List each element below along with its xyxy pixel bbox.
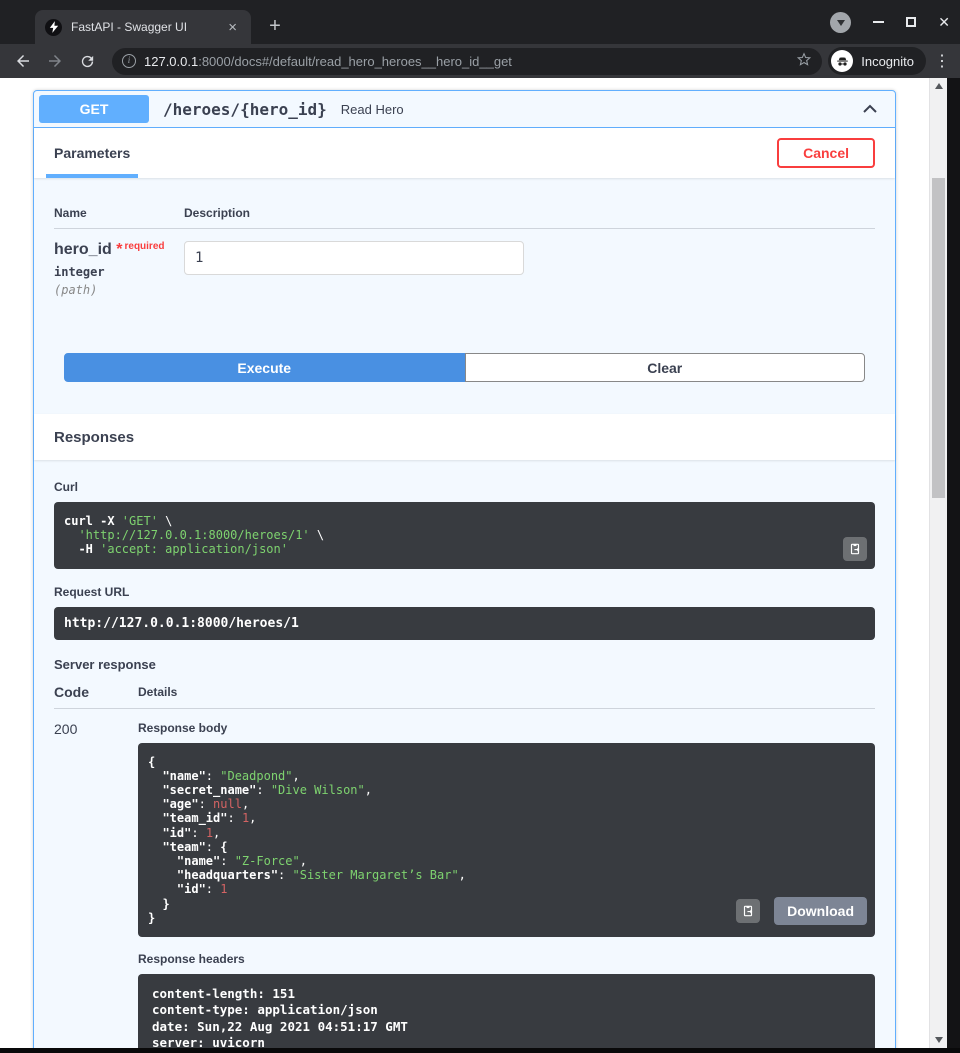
cancel-button[interactable]: Cancel (777, 138, 875, 168)
tab-parameters[interactable]: Parameters (54, 145, 130, 161)
caret-down-icon (837, 20, 845, 26)
column-header-details: Details (138, 685, 875, 700)
collapse-chevron-icon[interactable] (860, 99, 880, 119)
column-header-description: Description (184, 206, 875, 220)
tab-title: FastAPI - Swagger UI (71, 20, 224, 34)
execute-button[interactable]: Execute (64, 353, 465, 382)
opblock-header[interactable]: GET /heroes/{hero_id} Read Hero (34, 91, 895, 128)
responses-section-header: Responses (34, 414, 895, 460)
request-url-label: Request URL (54, 585, 875, 599)
copy-curl-button[interactable] (843, 537, 867, 561)
response-body-block: Download { "name": "Deadpond", "secret_n… (138, 743, 875, 937)
page-viewport: GET /heroes/{hero_id} Read Hero Paramete… (0, 78, 960, 1048)
response-body-label: Response body (138, 721, 875, 735)
browser-titlebar: FastAPI - Swagger UI × + ✕ (0, 0, 960, 44)
bookmark-star-icon[interactable] (796, 51, 812, 72)
tab-close-icon[interactable]: × (224, 18, 241, 37)
url-host: 127.0.0.1 (144, 54, 198, 69)
parameter-name-cell: hero_id *required integer (path) (54, 241, 184, 297)
window-controls: ✕ (830, 0, 950, 44)
active-tab-underline (46, 174, 138, 178)
window-maximize-button[interactable] (906, 17, 916, 27)
response-details-cell: Response body Download { "name": "Deadpo… (138, 721, 875, 1048)
download-button[interactable]: Download (774, 897, 867, 925)
window-right-frame (947, 78, 960, 1048)
forward-button[interactable] (42, 48, 68, 74)
parameters-section-header: Parameters Cancel (34, 128, 895, 178)
opblock-get-heroes: GET /heroes/{hero_id} Read Hero Paramete… (33, 90, 896, 1048)
page-info-icon[interactable]: i (122, 54, 136, 68)
curl-code-block: curl -X 'GET' \ 'http://127.0.0.1:8000/h… (54, 502, 875, 569)
window-bottom-frame (0, 1048, 960, 1053)
fastapi-favicon-icon (45, 19, 62, 36)
request-url-value: http://127.0.0.1:8000/heroes/1 (54, 607, 875, 640)
reload-button[interactable] (74, 48, 100, 74)
browser-tab[interactable]: FastAPI - Swagger UI × (35, 10, 251, 44)
response-row: 200 Response body Download { "name": "De… (54, 709, 875, 1048)
new-tab-button[interactable]: + (262, 14, 288, 38)
response-body-actions: Download (736, 897, 867, 925)
required-label: required (124, 241, 164, 252)
hero-id-input[interactable] (184, 241, 524, 275)
execute-row: Execute Clear (64, 353, 865, 382)
browser-toolbar: i 127.0.0.1 :8000/docs#/default/read_her… (0, 44, 960, 78)
clear-button[interactable]: Clear (465, 353, 866, 382)
browser-menu-icon[interactable]: ⋮ (934, 51, 950, 71)
back-button[interactable] (10, 48, 36, 74)
scrollbar-thumb[interactable] (932, 178, 945, 498)
column-header-code: Code (54, 684, 138, 700)
status-code: 200 (54, 721, 138, 1048)
response-headers-label: Response headers (138, 952, 875, 966)
response-headers-block: content-length: 151content-type: applica… (138, 974, 875, 1048)
url-path: :8000/docs#/default/read_hero_heroes__he… (198, 54, 790, 69)
server-response-label: Server response (54, 657, 875, 672)
parameter-row: hero_id *required integer (path) (54, 229, 875, 297)
copy-response-button[interactable] (736, 899, 760, 923)
required-star: * (116, 241, 122, 258)
operation-summary: Read Hero (341, 102, 404, 117)
page-scrollbar[interactable] (929, 78, 947, 1048)
incognito-icon (831, 50, 853, 72)
parameter-name: hero_id *required (54, 241, 184, 259)
window-close-button[interactable]: ✕ (938, 14, 950, 31)
response-table-header: Code Details (54, 684, 875, 709)
parameter-description-cell (184, 241, 875, 297)
browser-update-icon[interactable] (830, 12, 851, 33)
incognito-badge[interactable]: Incognito (828, 47, 926, 75)
responses-body: Curl curl -X 'GET' \ 'http://127.0.0.1:8… (34, 460, 895, 1048)
responses-title: Responses (54, 429, 134, 446)
column-header-name: Name (54, 206, 184, 220)
scrollbar-down-arrow[interactable] (930, 1037, 947, 1043)
incognito-label: Incognito (861, 54, 914, 69)
parameter-location: (path) (54, 283, 184, 297)
parameter-type: integer (54, 265, 184, 279)
scrollbar-up-arrow[interactable] (930, 83, 947, 89)
curl-label: Curl (54, 480, 875, 494)
url-bar[interactable]: i 127.0.0.1 :8000/docs#/default/read_her… (112, 48, 822, 75)
http-method-badge: GET (39, 95, 149, 123)
swagger-content: GET /heroes/{hero_id} Read Hero Paramete… (0, 78, 929, 1048)
parameters-body: Name Description hero_id *required integ… (34, 178, 895, 414)
parameters-table-header: Name Description (54, 206, 875, 229)
window-minimize-button[interactable] (873, 21, 884, 23)
operation-path: /heroes/{hero_id} (163, 100, 327, 119)
